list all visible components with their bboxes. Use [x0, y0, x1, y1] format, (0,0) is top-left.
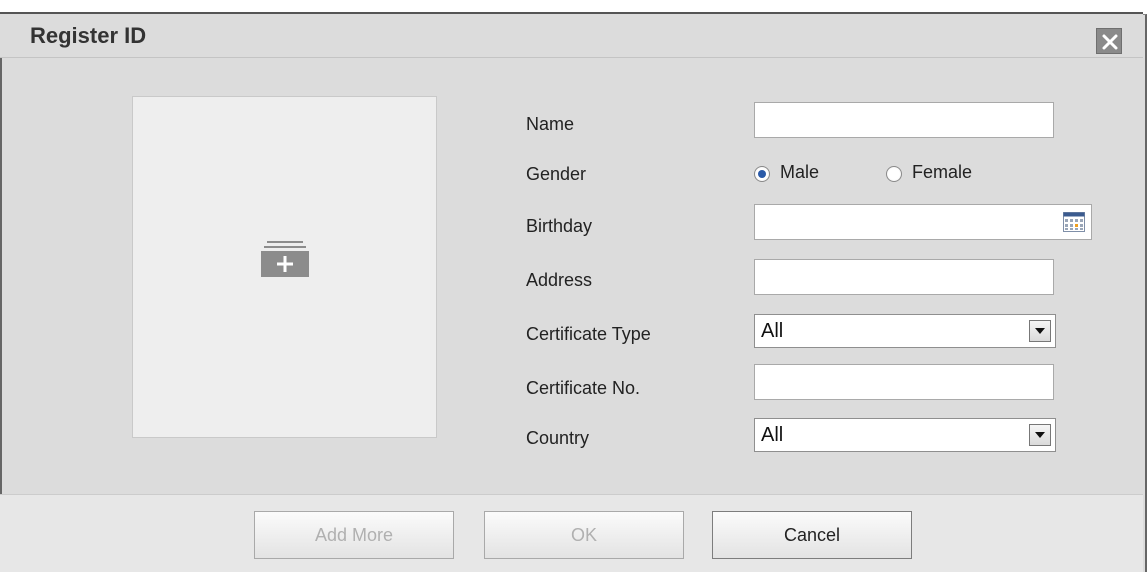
name-label: Name — [526, 114, 575, 134]
country-value: All — [761, 424, 784, 446]
add-more-button[interactable]: Add More — [254, 511, 454, 559]
country-select[interactable]: All — [754, 418, 1056, 452]
top-edge — [0, 0, 1143, 14]
chevron-down-icon — [1035, 328, 1045, 334]
country-label: Country — [526, 428, 590, 448]
calendar-icon[interactable] — [1063, 212, 1085, 232]
gender-male-label: Male — [780, 162, 820, 182]
radio-checked-icon — [754, 166, 770, 182]
dialog-titlebar: Register ID — [0, 14, 1143, 58]
name-input[interactable] — [754, 102, 1054, 138]
gender-label: Gender — [526, 164, 587, 184]
dialog-footer: Add More OK Cancel — [0, 494, 1143, 572]
dialog-title: Register ID — [30, 23, 147, 48]
close-button[interactable] — [1096, 28, 1122, 54]
dropdown-arrow[interactable] — [1029, 424, 1051, 446]
dropdown-arrow[interactable] — [1029, 320, 1051, 342]
birthday-input[interactable] — [754, 204, 1092, 240]
address-input[interactable] — [754, 259, 1054, 295]
radio-unchecked-icon — [886, 166, 902, 182]
photo-upload-area[interactable] — [132, 96, 437, 438]
add-photo-icon — [261, 241, 309, 277]
certificate-type-value: All — [761, 320, 784, 342]
cancel-button[interactable]: Cancel — [712, 511, 912, 559]
certificate-no-label: Certificate No. — [526, 378, 641, 398]
close-icon — [1102, 34, 1118, 50]
birthday-label: Birthday — [526, 216, 593, 236]
certificate-no-input[interactable] — [754, 364, 1054, 400]
chevron-down-icon — [1035, 432, 1045, 438]
address-label: Address — [526, 270, 593, 290]
certificate-type-label: Certificate Type — [526, 324, 651, 344]
certificate-type-select[interactable]: All — [754, 314, 1056, 348]
gender-female-label: Female — [912, 162, 973, 182]
ok-button[interactable]: OK — [484, 511, 684, 559]
